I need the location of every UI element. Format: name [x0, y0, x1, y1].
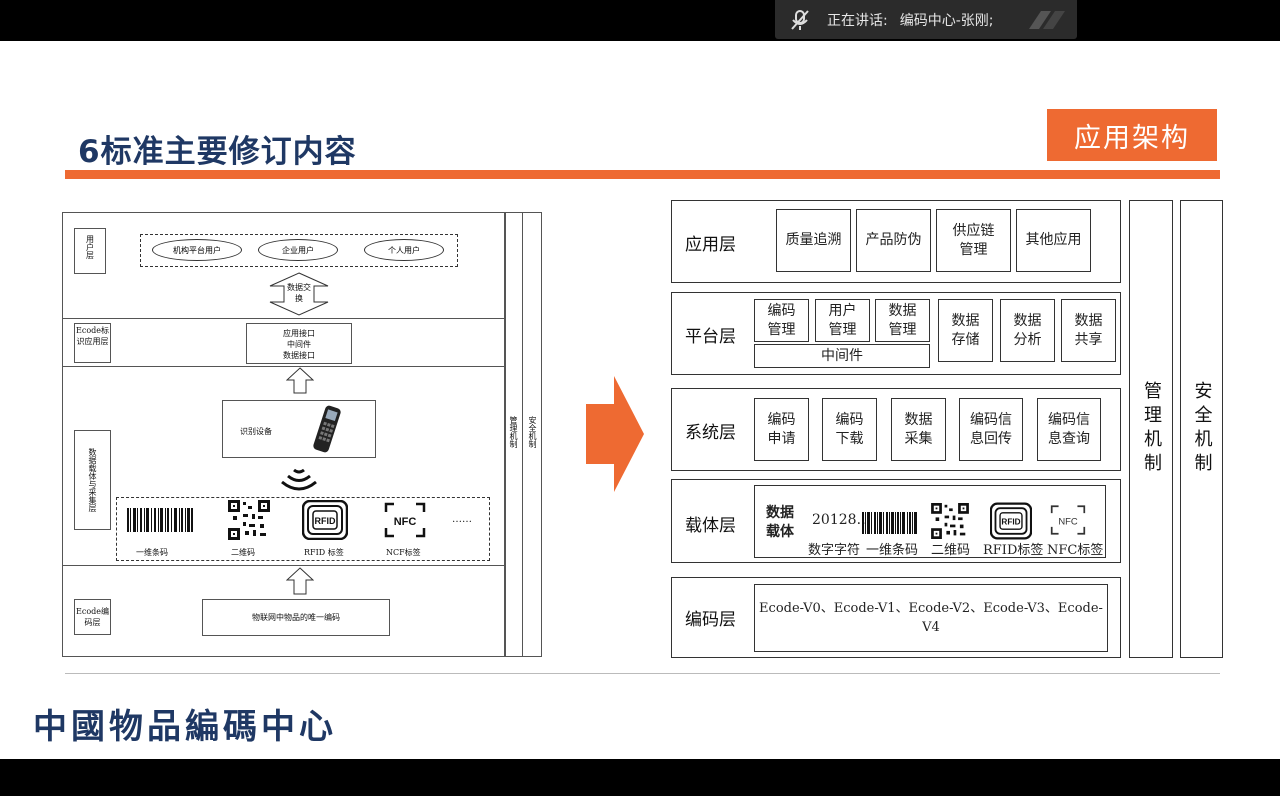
- left-rfid-icon: RFID: [302, 500, 348, 540]
- wireless-signal-icon: [281, 468, 317, 491]
- right-caption-qr: 二维码: [931, 543, 971, 558]
- left-ellipsis: ……: [452, 514, 472, 525]
- right-barcode-icon: [862, 512, 917, 534]
- right-security-label: 安全机制: [1191, 381, 1213, 477]
- svg-text:NFC: NFC: [1058, 515, 1078, 526]
- right-app-anti-counterfeit: 产品防伪: [856, 209, 931, 272]
- muted-mic-icon: [787, 7, 813, 33]
- right-platform-data-sharing: 数据共享: [1061, 299, 1116, 362]
- left-user-enterprise: 企业用户: [258, 239, 338, 261]
- left-carrier-layer-label: 数据载体与采集层: [74, 430, 111, 530]
- svg-text:RFID: RFID: [1001, 518, 1020, 527]
- left-caption-qr: 二维码: [231, 548, 255, 557]
- left-caption-rfid: RFID 标签: [304, 548, 344, 557]
- left-unique-code-box: 物联网中物品的唯一编码: [202, 599, 390, 636]
- left-user-layer-label: 用户层: [74, 228, 106, 274]
- right-coding-versions: Ecode-V0、Ecode-V1、Ecode-V2、Ecode-V3、Ecod…: [754, 584, 1108, 652]
- right-system-layer-label: 系统层: [685, 423, 736, 443]
- right-system-code-apply: 编码申请: [754, 398, 809, 461]
- right-mgmt-column: 管理机制: [1129, 200, 1173, 658]
- right-platform-layer-label: 平台层: [685, 327, 736, 347]
- right-platform-user-mgmt: 用户管理: [815, 299, 870, 342]
- right-system-data-collect: 数据采集: [891, 398, 946, 461]
- right-app-other: 其他应用: [1016, 209, 1091, 272]
- left-user-institution: 机构平台用户: [152, 239, 242, 261]
- title-rule: [65, 170, 1220, 179]
- left-reader-label: 识别设备: [240, 427, 272, 436]
- left-qr-icon: [228, 500, 270, 540]
- left-divider-2: [62, 366, 506, 367]
- handheld-scanner-icon: [313, 405, 341, 453]
- big-right-arrow-icon: [586, 376, 644, 492]
- left-mgmt-label: 管理机制: [509, 416, 518, 448]
- right-platform-data-storage: 数据存储: [938, 299, 993, 362]
- right-platform-middleware: 中间件: [754, 344, 930, 368]
- right-platform-data-analysis: 数据分析: [1000, 299, 1055, 362]
- right-caption-digits: 数字字符: [808, 543, 861, 558]
- left-security-label: 安全机制: [528, 416, 537, 448]
- footer-rule: [65, 673, 1220, 674]
- left-caption-nfc: NCF标签: [386, 548, 421, 557]
- right-system-info-query: 编码信息查询: [1037, 398, 1101, 461]
- right-caption-rfid: RFID标签: [983, 543, 1044, 558]
- left-nfc-icon: NFC: [384, 502, 426, 538]
- right-platform-code-mgmt: 编码管理: [754, 299, 809, 342]
- right-mgmt-label: 管理机制: [1141, 381, 1162, 477]
- right-caption-nfc: NFC标签: [1047, 543, 1104, 558]
- speaking-indicator: 正在讲话: 编码中心-张刚;: [775, 0, 1077, 39]
- section-badge: 应用架构: [1047, 109, 1217, 161]
- bottom-black-bar: [0, 759, 1280, 796]
- right-security-column: 安全机制: [1180, 200, 1223, 658]
- left-ecode-app-label: Ecode标识应用层: [74, 323, 111, 363]
- left-caption-barcode: 一维条码: [136, 548, 168, 557]
- svg-text:RFID: RFID: [315, 516, 336, 526]
- right-carrier-label: 数据载体: [763, 503, 797, 543]
- right-app-quality-trace: 质量追溯: [776, 209, 851, 272]
- left-ecode-code-label: Ecode编码层: [74, 599, 111, 635]
- left-divider-1: [62, 318, 506, 319]
- right-carrier-layer-label: 载体层: [685, 516, 736, 536]
- left-up-arrow-1: [286, 367, 314, 394]
- svg-text:NFC: NFC: [394, 516, 417, 528]
- left-interfaces-box: 应用接口 中间件 数据接口: [246, 323, 352, 364]
- left-barcode-icon: [127, 508, 193, 532]
- right-qr-icon: [931, 503, 969, 539]
- right-caption-barcode: 一维条码: [866, 543, 919, 558]
- right-system-info-return: 编码信息回传: [959, 398, 1023, 461]
- left-data-exchange-label: 数据交换: [287, 283, 311, 303]
- right-nfc-icon: NFC: [1050, 505, 1086, 535]
- right-platform-data-mgmt: 数据管理: [875, 299, 930, 342]
- right-app-layer-label: 应用层: [685, 235, 736, 255]
- right-coding-layer-label: 编码层: [685, 610, 736, 630]
- right-app-supply-chain: 供应链管理: [936, 209, 1011, 272]
- signal-decoration-icon: [1029, 10, 1065, 29]
- page-title: 6标准主要修订内容: [78, 134, 357, 170]
- left-divider-3: [62, 565, 506, 566]
- right-rfid-icon: RFID: [990, 502, 1032, 540]
- left-up-arrow-2: [286, 567, 314, 595]
- right-system-code-download: 编码下载: [822, 398, 877, 461]
- speaking-label: 正在讲话:: [827, 12, 888, 29]
- org-logo: 中國物品編碼中心: [33, 707, 337, 747]
- left-user-personal: 个人用户: [364, 239, 444, 261]
- speaker-name: 编码中心-张刚;: [899, 12, 994, 29]
- top-black-bar: [0, 0, 1280, 41]
